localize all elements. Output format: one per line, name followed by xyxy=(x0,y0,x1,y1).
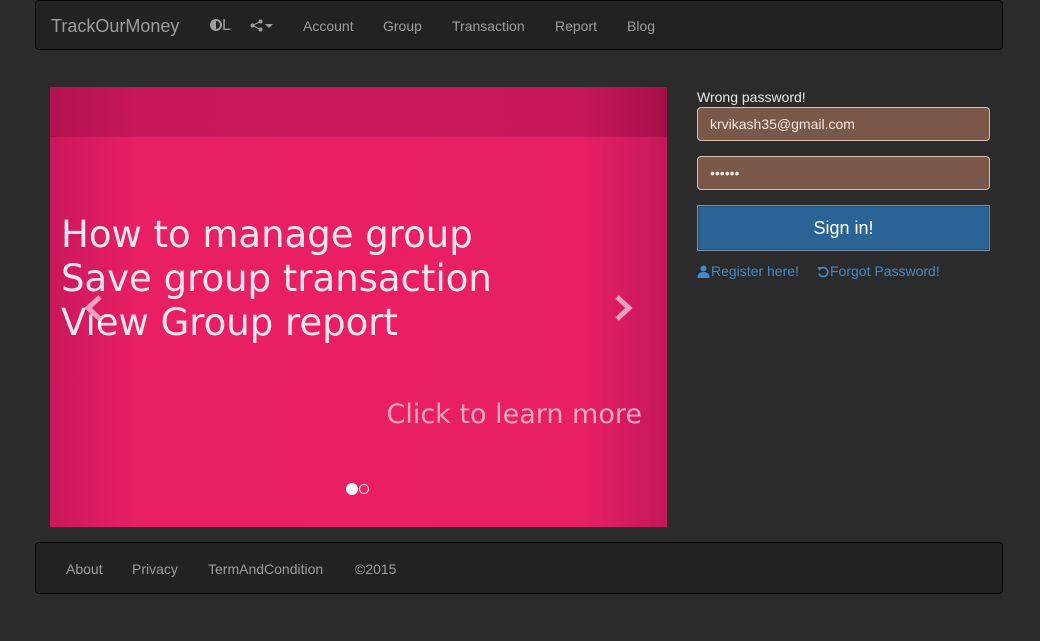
carousel-prev-icon[interactable] xyxy=(82,293,106,323)
undo-icon xyxy=(817,266,829,278)
theme-toggle[interactable]: L xyxy=(210,17,231,35)
slide-headline: How to manage group Save group transacti… xyxy=(61,213,492,345)
footer-bar: About Privacy TermAndCondition ©2015 xyxy=(35,542,1003,594)
share-dropdown[interactable] xyxy=(250,17,273,33)
nav-report[interactable]: Report xyxy=(555,18,597,34)
carousel-next-icon[interactable] xyxy=(611,293,635,323)
carousel-top-band xyxy=(50,87,667,137)
slide-line: Save group transaction xyxy=(61,257,492,300)
chevron-down-icon xyxy=(265,24,273,29)
feature-carousel: How to manage group Save group transacti… xyxy=(50,87,667,527)
password-field[interactable] xyxy=(697,156,990,190)
nav-blog[interactable]: Blog xyxy=(627,18,655,34)
register-link[interactable]: Register here! xyxy=(697,263,799,279)
nav-transaction[interactable]: Transaction xyxy=(452,18,525,34)
slide-line: View Group report xyxy=(61,301,398,344)
footer-about-link[interactable]: About xyxy=(66,561,103,577)
contrast-icon xyxy=(210,19,222,31)
slide-line: How to manage group xyxy=(61,213,473,256)
carousel-indicator-1[interactable] xyxy=(346,483,358,495)
forgot-password-label: Forgot Password! xyxy=(830,263,940,279)
forgot-password-link[interactable]: Forgot Password! xyxy=(817,263,940,279)
nav-account[interactable]: Account xyxy=(303,18,354,34)
carousel-indicator-2[interactable] xyxy=(359,484,369,494)
register-label: Register here! xyxy=(711,263,799,279)
user-icon xyxy=(697,265,710,278)
brand-logo[interactable]: TrackOurMoney xyxy=(51,16,179,36)
login-error-message: Wrong password! xyxy=(697,89,806,105)
learn-more-link[interactable]: Click to learn more xyxy=(386,399,642,430)
sign-in-button[interactable]: Sign in! xyxy=(697,205,990,251)
share-icon xyxy=(250,19,263,32)
email-field[interactable] xyxy=(697,107,990,141)
theme-toggle-label: L xyxy=(222,17,231,34)
top-navbar: TrackOurMoney L Account Group Transactio… xyxy=(35,0,1003,50)
carousel-indicators xyxy=(346,481,370,499)
footer-copyright: ©2015 xyxy=(355,561,397,577)
footer-privacy-link[interactable]: Privacy xyxy=(132,561,178,577)
footer-terms-link[interactable]: TermAndCondition xyxy=(208,561,323,577)
nav-group[interactable]: Group xyxy=(383,18,422,34)
